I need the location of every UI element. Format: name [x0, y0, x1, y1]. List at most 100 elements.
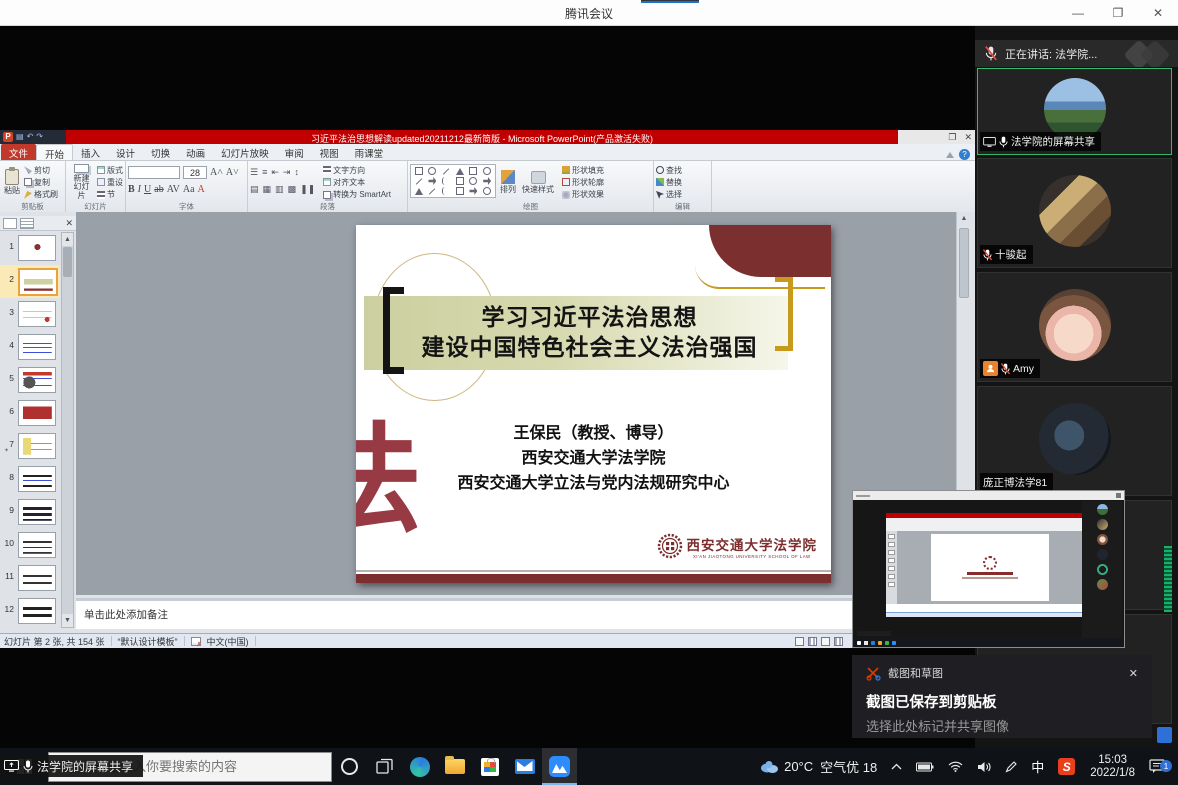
tab-design[interactable]: 设计: [108, 144, 143, 160]
store-button[interactable]: [472, 748, 507, 785]
italic-button[interactable]: I: [138, 184, 141, 195]
task-view-button[interactable]: [367, 748, 402, 785]
mail-button[interactable]: [507, 748, 542, 785]
scroll-up-icon[interactable]: ▲: [957, 212, 971, 226]
cortana-button[interactable]: [332, 748, 367, 785]
align-text-button[interactable]: 对齐文本: [323, 177, 391, 188]
weather-widget[interactable]: 20°C 空气优 18: [752, 757, 884, 776]
spellcheck-icon[interactable]: [191, 637, 201, 646]
slide-thumbnail-row[interactable]: 10: [0, 529, 60, 562]
grow-font-icon[interactable]: A˄: [210, 167, 223, 178]
copy-button[interactable]: 复制: [24, 177, 58, 188]
tray-overflow-icon[interactable]: [1157, 727, 1172, 743]
tab-file[interactable]: 文件: [1, 144, 36, 160]
share-preview-window[interactable]: [852, 490, 1125, 648]
undo-icon[interactable]: ↶: [27, 132, 34, 142]
sogou-input-button[interactable]: S: [1051, 758, 1082, 775]
tab-insert[interactable]: 插入: [73, 144, 108, 160]
align-right-icon[interactable]: ▥: [275, 184, 284, 195]
shape-effects-button[interactable]: 形状效果: [562, 189, 604, 200]
slide-thumbnail-row[interactable]: 5: [0, 364, 60, 397]
pen-settings[interactable]: [998, 761, 1024, 773]
minimize-icon[interactable]: —: [1058, 0, 1098, 26]
tab-transitions[interactable]: 切换: [143, 144, 178, 160]
notes-pane[interactable]: 单击此处添加备注: [76, 598, 970, 629]
tab-home[interactable]: 开始: [36, 144, 73, 160]
indent-more-icon[interactable]: ⇥: [283, 167, 291, 178]
zoom-control-icon[interactable]: [834, 637, 843, 646]
slide-thumbnail-row[interactable]: 4: [0, 331, 60, 364]
shapes-gallery[interactable]: [410, 164, 496, 198]
bold-button[interactable]: B: [128, 184, 135, 195]
slide-thumbnail-row[interactable]: 1: [0, 232, 60, 265]
underline-button[interactable]: U: [144, 184, 151, 195]
slide-thumbnail-row[interactable]: 12: [0, 595, 60, 628]
strikethrough-button[interactable]: ab: [154, 184, 163, 195]
change-case-icon[interactable]: Aa: [183, 184, 195, 195]
slideshow-view-icon[interactable]: [821, 637, 830, 646]
slide-thumbnail-row[interactable]: 6: [0, 397, 60, 430]
close-icon[interactable]: ✕: [1138, 0, 1178, 26]
redo-icon[interactable]: ↷: [36, 132, 43, 142]
font-color-icon[interactable]: A: [198, 184, 205, 195]
select-button[interactable]: 选择: [656, 189, 709, 200]
tab-animations[interactable]: 动画: [178, 144, 213, 160]
slides-tab-icon[interactable]: [3, 218, 17, 229]
tencent-meeting-button[interactable]: [542, 748, 577, 785]
align-left-icon[interactable]: ▤: [250, 184, 259, 195]
columns-icon[interactable]: ❚❚: [300, 184, 315, 195]
shape-outline-button[interactable]: 形状轮廓: [562, 177, 604, 188]
slide-thumbnail-row[interactable]: 11: [0, 562, 60, 595]
shrink-font-icon[interactable]: A˅: [226, 167, 239, 178]
find-button[interactable]: 查找: [656, 165, 709, 176]
layout-button[interactable]: 版式: [97, 165, 123, 176]
taskbar-clock[interactable]: 15:03 2022/1/8: [1082, 754, 1143, 780]
edge-button[interactable]: [402, 748, 437, 785]
volume-indicator[interactable]: [970, 761, 998, 773]
participant-tile[interactable]: 十骏起: [977, 158, 1172, 268]
slide-sorter-icon[interactable]: [808, 637, 817, 646]
striped-scrollbar[interactable]: [1164, 546, 1172, 612]
text-direction-button[interactable]: 文字方向: [323, 165, 391, 176]
language-indicator[interactable]: 中文(中国): [207, 635, 249, 648]
align-center-icon[interactable]: ▦: [263, 184, 272, 195]
arrange-button[interactable]: 排列: [498, 164, 518, 201]
slide-thumbnail-row[interactable]: 7: [0, 430, 60, 463]
participant-tile[interactable]: 庞正博法学81: [977, 386, 1172, 496]
scrollbar-thumb[interactable]: [63, 247, 72, 277]
ppt-close-icon[interactable]: ✕: [964, 132, 972, 143]
save-icon[interactable]: ▤: [16, 132, 24, 142]
quick-access-toolbar[interactable]: P ▤ ↶ ↷: [0, 130, 66, 144]
normal-view-icon[interactable]: [795, 637, 804, 646]
restore-icon[interactable]: ❐: [1098, 0, 1138, 26]
smartart-button[interactable]: 转换为 SmartArt: [323, 189, 391, 200]
tray-expand-button[interactable]: [884, 763, 909, 770]
tab-view[interactable]: 视图: [312, 144, 347, 160]
tab-rain-classroom[interactable]: 雨课堂: [347, 144, 392, 160]
format-painter-button[interactable]: 格式刷: [24, 189, 58, 200]
character-spacing-icon[interactable]: AV: [167, 184, 180, 195]
justify-icon[interactable]: ▩: [288, 184, 297, 195]
replace-button[interactable]: 替换: [656, 177, 709, 188]
help-icon[interactable]: [959, 149, 970, 160]
scrollbar-thumb[interactable]: [959, 228, 969, 298]
outline-tab-icon[interactable]: [20, 218, 34, 229]
paste-button[interactable]: 粘贴: [2, 164, 22, 201]
close-panel-icon[interactable]: ✕: [65, 218, 73, 229]
notification-close-icon[interactable]: ✕: [1129, 667, 1138, 680]
participant-tile[interactable]: 法学院的屏幕共享: [977, 68, 1172, 155]
slide-thumbnail-row-selected[interactable]: 2: [0, 265, 60, 298]
screenshot-notification[interactable]: 截图和草图 ✕ 截图已保存到剪贴板 选择此处标记并共享图像: [852, 655, 1152, 738]
participant-tile[interactable]: Amy: [977, 272, 1172, 382]
quick-styles-button[interactable]: 快速样式: [520, 164, 556, 201]
slide-thumbnail-row[interactable]: 3: [0, 298, 60, 331]
scroll-up-icon[interactable]: ▲: [62, 233, 73, 246]
section-button[interactable]: 节: [97, 189, 123, 200]
numbering-icon[interactable]: ≡: [262, 167, 267, 178]
ime-indicator[interactable]: 中: [1024, 757, 1051, 776]
scroll-down-icon[interactable]: ▼: [62, 614, 73, 627]
cut-button[interactable]: 剪切: [24, 165, 58, 176]
screen-share-pill[interactable]: 法学院的屏幕共享: [0, 755, 143, 777]
slide-thumbnail-row[interactable]: 8: [0, 463, 60, 496]
reset-button[interactable]: 重设: [97, 177, 123, 188]
